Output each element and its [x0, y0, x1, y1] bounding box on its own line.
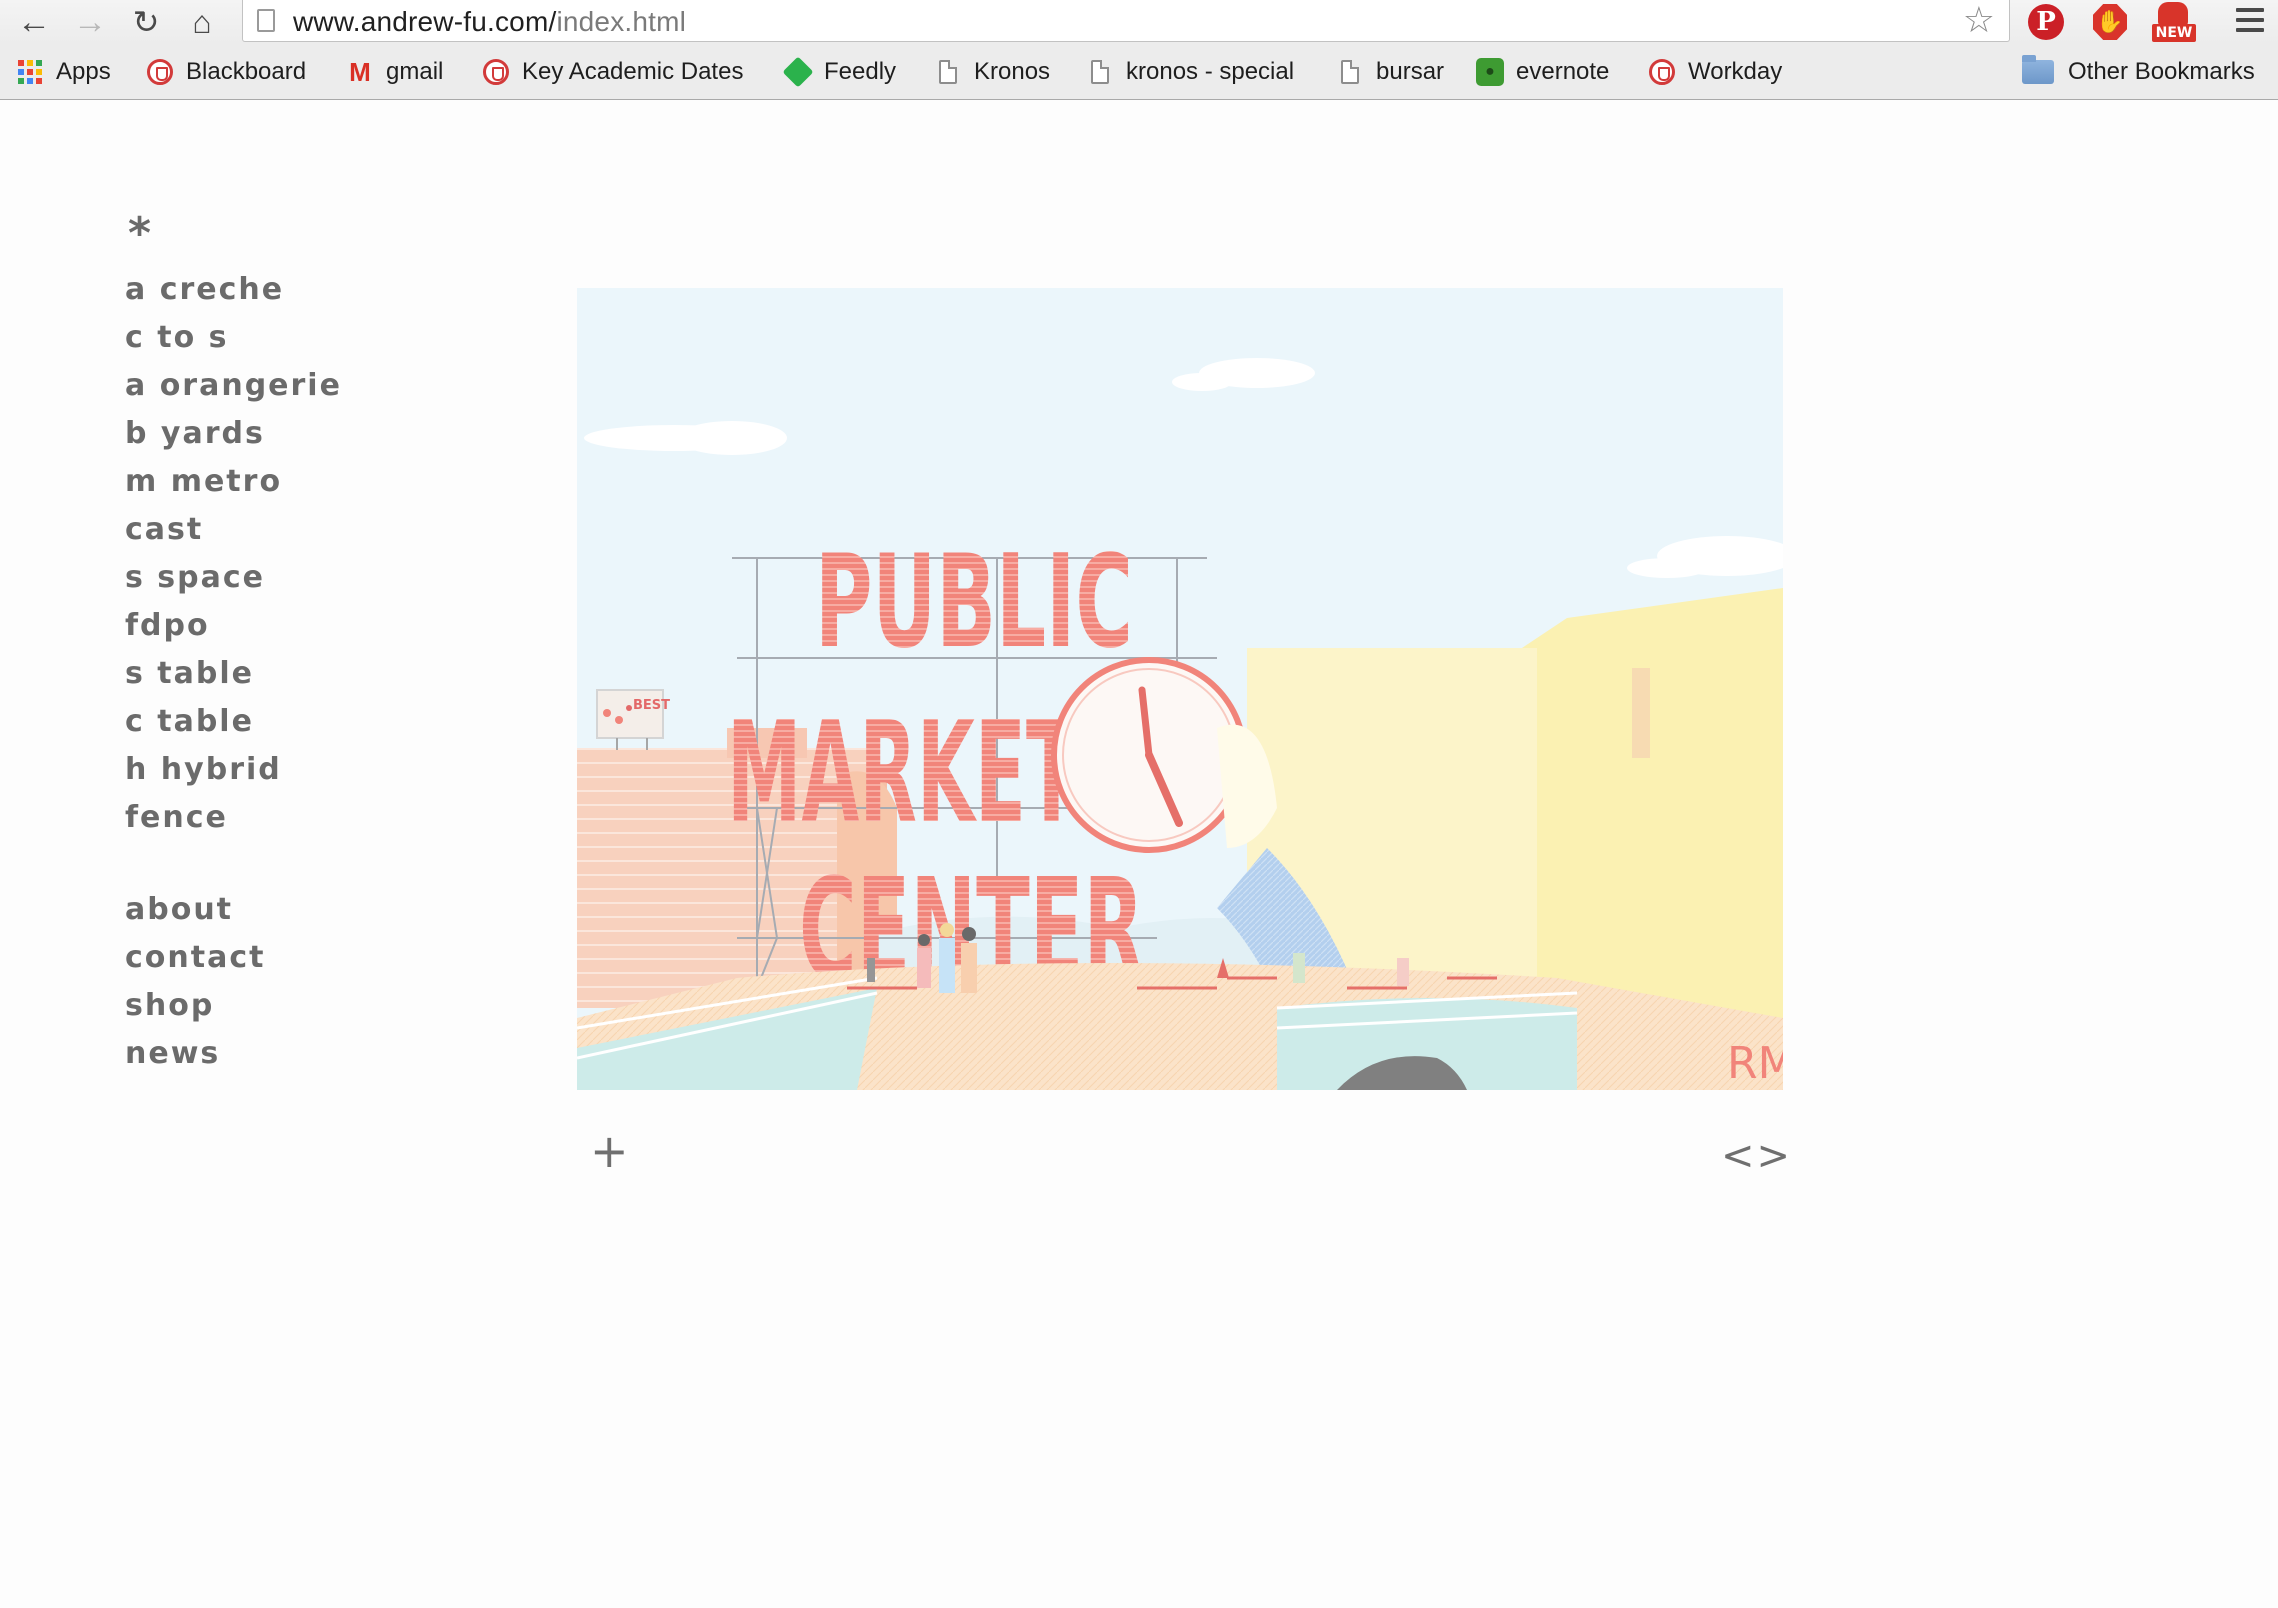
bookmark-label: Blackboard — [186, 58, 307, 85]
nav-project-c-to-s[interactable]: c to s — [125, 320, 228, 356]
forward-arrow-icon[interactable]: → — [68, 2, 112, 42]
bookmark-kronos-special[interactable]: kronos - special — [1086, 44, 1294, 100]
shield-icon — [146, 58, 174, 86]
url-host: www.andrew-fu.com/ — [293, 6, 557, 37]
bookmark-workday[interactable]: Workday — [1648, 44, 1782, 100]
nav-shop[interactable]: shop — [125, 988, 214, 1024]
nav-project-s-table[interactable]: s table — [125, 656, 254, 692]
bookmark-other-folder[interactable]: Other Bookmarks — [2020, 44, 2255, 100]
nav-project-fdpo[interactable]: fdpo — [125, 608, 210, 644]
home-asterisk-link[interactable]: * — [128, 212, 151, 256]
bookmark-key-academic-dates[interactable]: Key Academic Dates — [482, 44, 743, 100]
nav-news[interactable]: news — [125, 1036, 220, 1072]
url-path: index.html — [556, 6, 687, 37]
bookmark-label: Kronos — [974, 58, 1051, 85]
bookmark-label: Feedly — [824, 58, 897, 85]
nav-project-b-yards[interactable]: b yards — [125, 416, 265, 452]
nav-project-a-orangerie[interactable]: a orangerie — [125, 368, 342, 404]
bookmark-feedly[interactable]: Feedly — [782, 44, 897, 100]
new-extension-icon[interactable]: NEW — [2152, 2, 2196, 42]
bookmark-star-icon[interactable]: ☆ — [1963, 2, 1995, 38]
adblock-hand-icon[interactable]: ✋ — [2090, 2, 2130, 42]
bookmark-label: Other Bookmarks — [2068, 58, 2255, 85]
bookmark-kronos[interactable]: Kronos — [934, 44, 1050, 100]
document-icon — [1336, 58, 1364, 86]
bookmark-label: evernote — [1516, 58, 1610, 85]
nav-about[interactable]: about — [125, 892, 233, 928]
back-arrow-icon[interactable]: ← — [12, 2, 56, 42]
bookmark-bursar[interactable]: bursar — [1336, 44, 1444, 100]
url-text[interactable]: www.andrew-fu.com/index.html — [293, 6, 686, 38]
bookmark-label: Workday — [1688, 58, 1783, 85]
pinterest-icon[interactable]: P — [2026, 2, 2066, 42]
bookmark-evernote[interactable]: ● evernote — [1476, 44, 1609, 100]
page-icon — [257, 9, 275, 32]
nav-contact[interactable]: contact — [125, 940, 265, 976]
shield-icon — [1648, 58, 1676, 86]
bookmark-blackboard[interactable]: Blackboard — [146, 44, 306, 100]
bookmark-label: bursar — [1376, 58, 1445, 85]
apps-grid-icon — [16, 58, 44, 86]
nav-project-h-hybrid[interactable]: h hybrid — [125, 752, 282, 788]
nav-project-fence[interactable]: fence — [125, 800, 228, 836]
address-bar[interactable]: www.andrew-fu.com/index.html ☆ — [242, 0, 2010, 42]
nav-project-a-creche[interactable]: a creche — [125, 272, 284, 308]
bookmarks-bar: Apps Blackboard M gmail Key Academic Dat… — [0, 44, 2278, 100]
document-icon — [1086, 58, 1114, 86]
feedly-icon — [782, 56, 814, 88]
folder-icon — [2020, 55, 2056, 86]
prev-next-arrows[interactable]: <> — [1721, 1136, 1792, 1176]
home-icon[interactable]: ⌂ — [180, 2, 224, 42]
nav-project-m-metro[interactable]: m metro — [125, 464, 282, 500]
new-badge-label: NEW — [2152, 24, 2196, 42]
shield-icon — [482, 58, 510, 86]
nav-project-s-space[interactable]: s space — [125, 560, 265, 596]
evernote-icon: ● — [1476, 58, 1504, 86]
browser-toolbar: ← → ↻ ⌂ www.andrew-fu.com/index.html ☆ P… — [0, 0, 2278, 44]
page-content: * a creche c to s a orangerie b yards m … — [0, 100, 2278, 1608]
bookmark-label: gmail — [386, 58, 444, 85]
browser-menu-icon[interactable] — [2236, 8, 2264, 34]
gmail-icon: M — [349, 56, 371, 87]
hero-illustration[interactable]: BEST PUBLIC MARKET CENTER RM — [577, 288, 1783, 1090]
bookmark-gmail[interactable]: M gmail — [346, 44, 443, 100]
bookmark-apps[interactable]: Apps — [16, 44, 111, 100]
document-icon — [934, 58, 962, 86]
nav-project-c-table[interactable]: c table — [125, 704, 254, 740]
expand-plus-button[interactable]: + — [590, 1128, 629, 1174]
bookmark-label: kronos - special — [1126, 58, 1295, 85]
reload-icon[interactable]: ↻ — [124, 2, 168, 42]
bookmark-label: Key Academic Dates — [522, 58, 744, 85]
nav-project-cast[interactable]: cast — [125, 512, 203, 548]
bookmark-label: Apps — [56, 58, 111, 85]
